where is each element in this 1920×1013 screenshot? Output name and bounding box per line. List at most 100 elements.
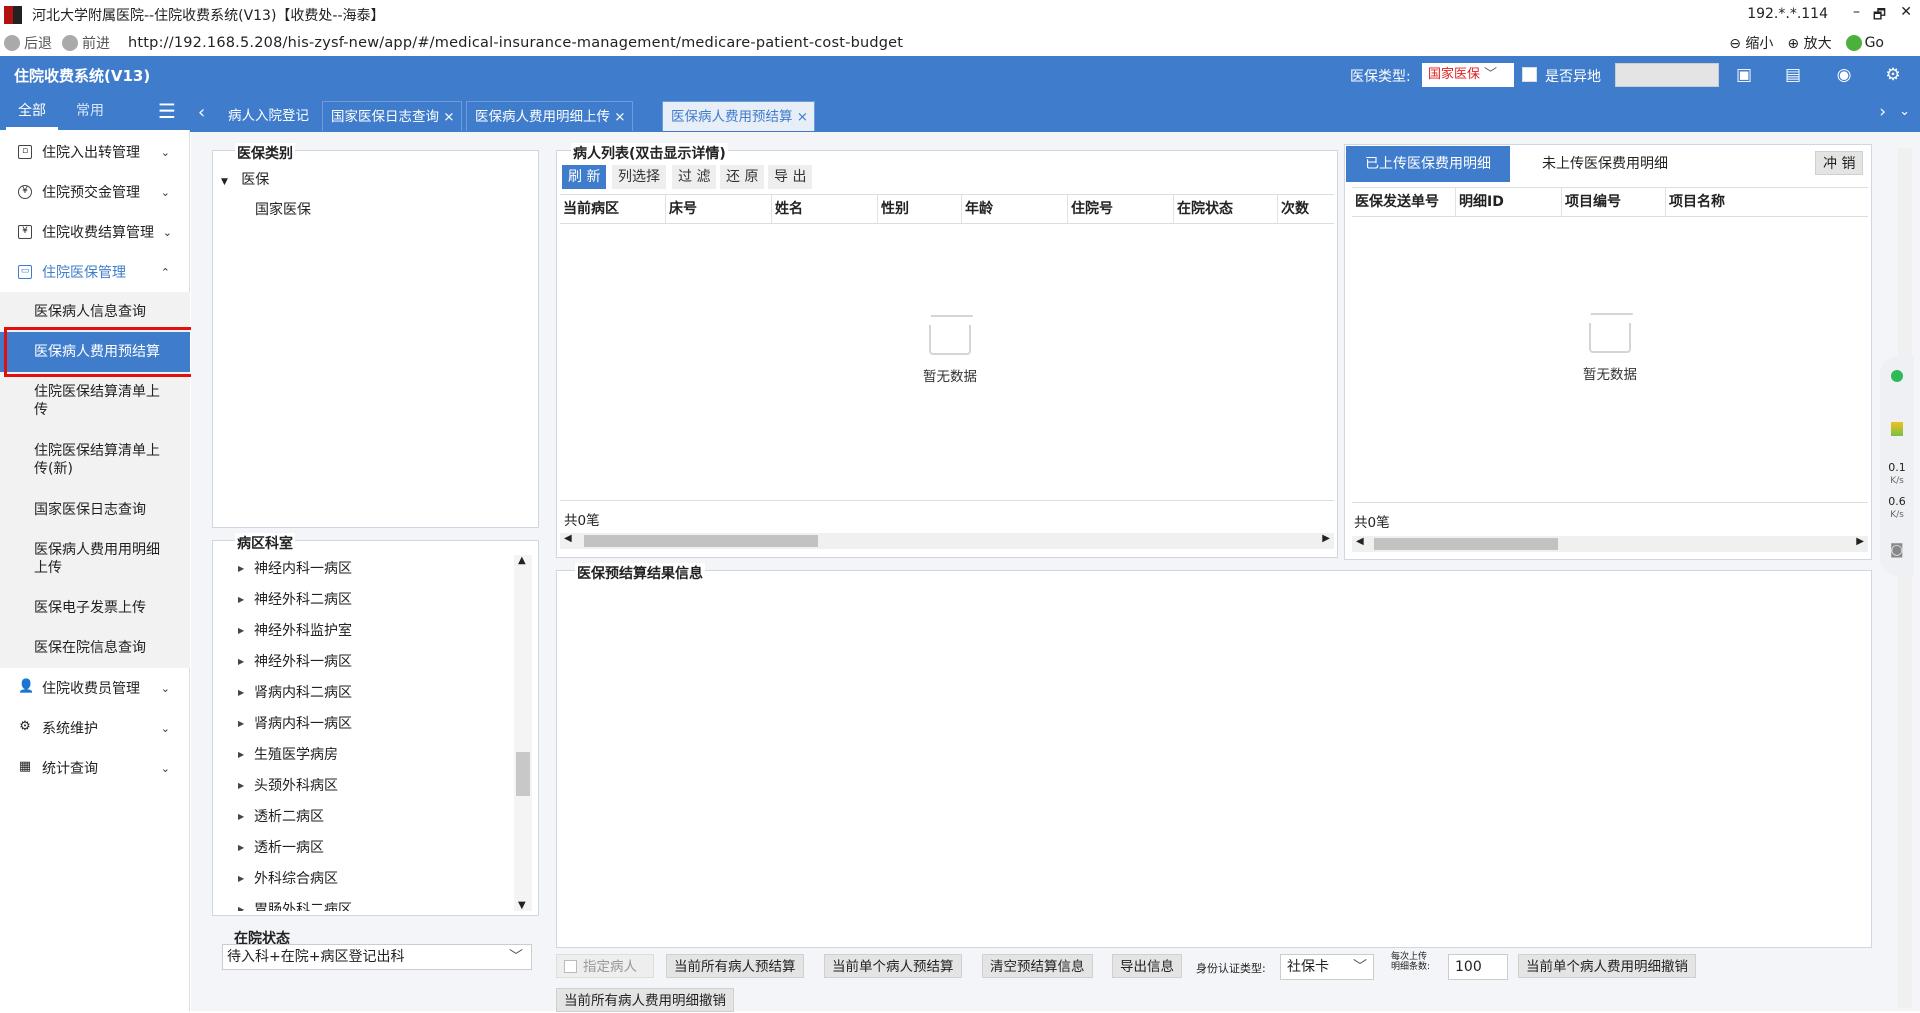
dept-item[interactable]: ▶ 神经外科监护室: [238, 620, 352, 640]
col-send-no[interactable]: 医保发送单号: [1352, 188, 1456, 216]
scroll-thumb[interactable]: [584, 535, 818, 547]
designated-patient-checkbox[interactable]: 指定病人: [556, 954, 654, 978]
category-tree-node[interactable]: 国家医保: [255, 199, 311, 219]
dept-item[interactable]: ▶ 胃肠外科二病区: [238, 899, 352, 911]
col-detail-id[interactable]: 明细ID: [1456, 188, 1562, 216]
sidebar-item-insurance[interactable]: ▭ 住院医保管理 ⌃: [0, 252, 190, 292]
remote-input[interactable]: [1615, 63, 1719, 87]
export-button[interactable]: 导 出: [768, 165, 813, 189]
restore-button[interactable]: 还 原: [720, 165, 765, 189]
col-times[interactable]: 次数: [1278, 195, 1334, 223]
zoom-out-button[interactable]: ⊖ 缩小: [1729, 33, 1773, 53]
close-icon[interactable]: ×: [614, 109, 625, 125]
camera-icon[interactable]: ◙: [1890, 542, 1904, 558]
col-item-name[interactable]: 项目名称: [1666, 188, 1868, 216]
sidebar-item-admission[interactable]: ▫ 住院入出转管理 ⌄: [0, 132, 190, 172]
url-field[interactable]: http://192.168.5.208/his-zysf-new/app/#/…: [128, 35, 903, 51]
close-icon[interactable]: ×: [443, 109, 454, 125]
close-button[interactable]: ✕: [1900, 4, 1912, 20]
sidebar-subitem-settlement-list-upload-new[interactable]: 住院医保结算清单上传(新): [0, 430, 190, 490]
dept-scrollbar[interactable]: ▲ ▼: [514, 555, 532, 911]
tab-not-uploaded[interactable]: 未上传医保费用明细: [1510, 146, 1700, 182]
tab-all[interactable]: 全部: [6, 94, 58, 130]
col-status[interactable]: 在院状态: [1174, 195, 1278, 223]
dept-item[interactable]: ▶ 透析一病区: [238, 837, 324, 857]
scroll-down-icon[interactable]: ▼: [518, 900, 526, 911]
refresh-button[interactable]: 刷 新: [562, 165, 607, 189]
tab-scroll-right-icon[interactable]: ›: [1879, 102, 1886, 122]
sidebar-subitem-patient-info[interactable]: 医保病人信息查询: [0, 292, 190, 332]
status-select[interactable]: 待入科+在院+病区登记出科 ﹀: [222, 944, 532, 970]
sidebar-subitem-national-log[interactable]: 国家医保日志查询: [0, 490, 190, 530]
scroll-right-icon[interactable]: ▶: [1856, 536, 1864, 547]
tab-scroll-left-icon[interactable]: ‹: [198, 102, 205, 123]
col-age[interactable]: 年龄: [962, 195, 1068, 223]
sidebar-subitem-detail-upload[interactable]: 医保病人费用用明细上传: [0, 530, 190, 588]
go-button[interactable]: Go: [1845, 35, 1884, 51]
dept-item[interactable]: ▶ 神经外科二病区: [238, 589, 352, 609]
sidebar-item-settlement[interactable]: ¥ 住院收费结算管理 ⌄: [0, 212, 190, 252]
col-name[interactable]: 姓名: [772, 195, 878, 223]
reverse-button[interactable]: 冲 销: [1815, 151, 1864, 175]
close-icon[interactable]: ×: [797, 109, 808, 125]
forward-button[interactable]: 前进: [62, 33, 110, 53]
all-prebudget-button[interactable]: 当前所有病人预结算: [666, 954, 804, 978]
page-vscroll[interactable]: [1898, 148, 1912, 1008]
dept-item[interactable]: ▶ 神经内科一病区: [238, 558, 352, 578]
insurance-type-select[interactable]: 国家医保 ﹀: [1422, 63, 1514, 87]
scroll-thumb[interactable]: [1374, 538, 1558, 550]
col-bed[interactable]: 床号: [666, 195, 772, 223]
col-ward[interactable]: 当前病区: [560, 195, 666, 223]
tab-list-chevron-icon[interactable]: ⌄: [1899, 104, 1910, 119]
tab-cost-prebudget[interactable]: 医保病人费用预结算 ×: [662, 101, 816, 131]
tab-uploaded[interactable]: 已上传医保费用明细: [1346, 146, 1510, 182]
clear-prebudget-button[interactable]: 清空预结算信息: [982, 954, 1093, 978]
scroll-left-icon[interactable]: ◀: [1356, 536, 1364, 547]
dept-item[interactable]: ▶ 肾病内科二病区: [238, 682, 352, 702]
scroll-thumb[interactable]: [516, 752, 530, 796]
scroll-right-icon[interactable]: ▶: [1322, 533, 1330, 544]
category-tree-root[interactable]: ▼ 医保: [221, 169, 269, 189]
tab-admission[interactable]: 病人入院登记: [220, 101, 315, 131]
minimize-button[interactable]: –: [1853, 4, 1860, 20]
dept-item[interactable]: ▶ 外科综合病区: [238, 868, 338, 888]
scroll-up-icon[interactable]: ▲: [518, 555, 526, 566]
tab-common[interactable]: 常用: [76, 94, 104, 130]
sidebar-item-statistics[interactable]: ▦ 统计查询 ⌄: [0, 748, 190, 788]
eye-icon[interactable]: ◉: [1834, 65, 1854, 85]
sidebar-subitem-e-invoice[interactable]: 医保电子发票上传: [0, 588, 190, 628]
export-info-button[interactable]: 导出信息: [1112, 954, 1182, 978]
dept-item[interactable]: ▶ 头颈外科病区: [238, 775, 338, 795]
document-icon[interactable]: ▤: [1783, 65, 1803, 85]
detail-hscroll[interactable]: ◀ ▶: [1352, 536, 1868, 552]
remote-checkbox[interactable]: [1522, 67, 1537, 82]
scroll-left-icon[interactable]: ◀: [564, 533, 572, 544]
filter-button[interactable]: 过 滤: [672, 165, 717, 189]
col-inpatient-no[interactable]: 住院号: [1068, 195, 1174, 223]
zoom-in-button[interactable]: ⊕ 放大: [1787, 33, 1831, 53]
sidebar-item-deposit[interactable]: ¥ 住院预交金管理 ⌄: [0, 172, 190, 212]
id-type-select[interactable]: 社保卡 ﹀: [1280, 954, 1374, 980]
sidebar-subitem-inpatient-info[interactable]: 医保在院信息查询: [0, 628, 190, 668]
dept-item[interactable]: ▶ 肾病内科一病区: [238, 713, 352, 733]
dept-item[interactable]: ▶ 透析二病区: [238, 806, 324, 826]
col-gender[interactable]: 性别: [878, 195, 962, 223]
dept-item[interactable]: ▶ 生殖医学病房: [238, 744, 338, 764]
sidebar-subitem-settlement-list-upload[interactable]: 住院医保结算清单上传: [0, 372, 190, 430]
sidebar-item-maintenance[interactable]: ⚙ 系统维护 ⌄: [0, 708, 190, 748]
settings-gear-icon[interactable]: ⚙: [1883, 65, 1903, 85]
patient-hscroll[interactable]: ◀ ▶: [560, 533, 1334, 549]
single-revoke-button[interactable]: 当前单个病人费用明细撤销: [1518, 954, 1696, 978]
dept-item[interactable]: ▶ 神经外科一病区: [238, 651, 352, 671]
screen-icon[interactable]: ▣: [1734, 65, 1754, 85]
all-revoke-button[interactable]: 当前所有病人费用明细撤销: [556, 988, 734, 1012]
menu-toggle-icon[interactable]: ☰: [158, 94, 176, 130]
upload-qty-input[interactable]: 100: [1448, 954, 1508, 980]
tab-national-log[interactable]: 国家医保日志查询 ×: [322, 101, 462, 131]
col-item-code[interactable]: 项目编号: [1562, 188, 1666, 216]
back-button[interactable]: 后退: [4, 33, 52, 53]
single-prebudget-button[interactable]: 当前单个病人预结算: [824, 954, 962, 978]
restore-button[interactable]: 🗗: [1873, 4, 1886, 28]
sidebar-item-cashier[interactable]: 👤 住院收费员管理 ⌄: [0, 668, 190, 708]
tab-detail-upload[interactable]: 医保病人费用明细上传 ×: [466, 101, 633, 131]
